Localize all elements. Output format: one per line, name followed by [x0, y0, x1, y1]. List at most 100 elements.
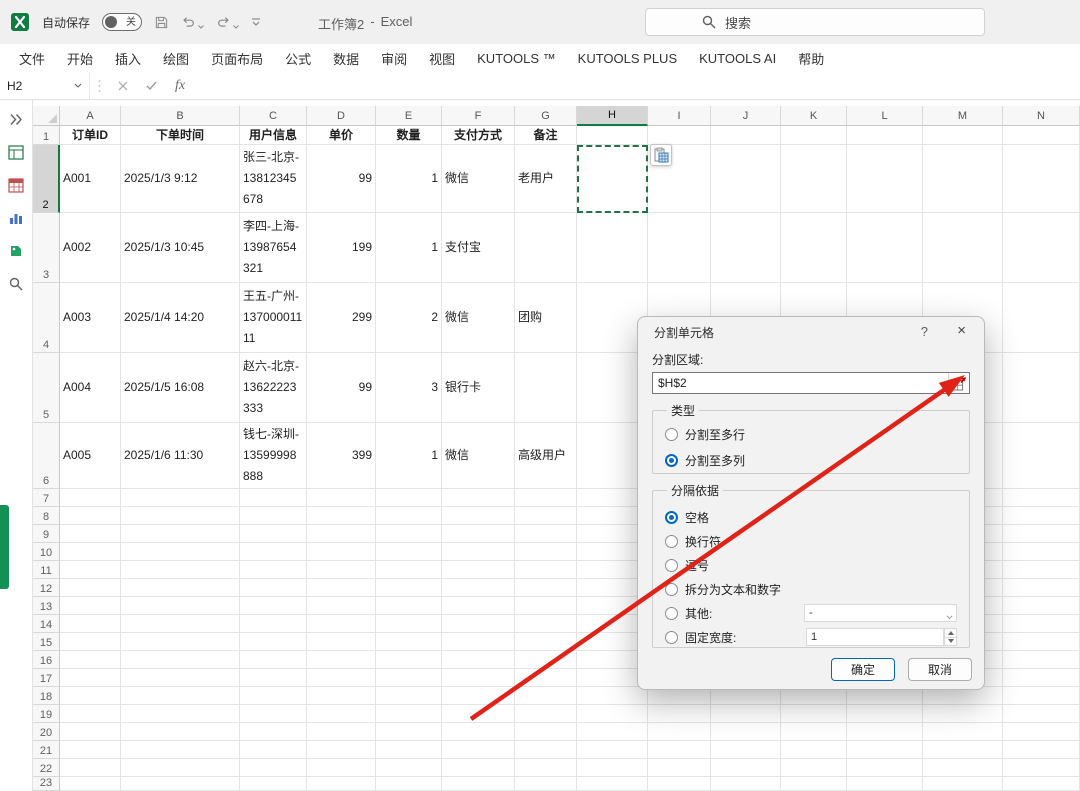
cell-D2[interactable]: 99 — [307, 145, 376, 213]
cell-A22[interactable] — [60, 759, 121, 777]
cell-N14[interactable] — [1003, 615, 1080, 633]
cell-A5[interactable]: A004 — [60, 353, 121, 423]
cell-F5[interactable]: 银行卡 — [442, 353, 515, 423]
cell-I22[interactable] — [648, 759, 711, 777]
column-header-L[interactable]: L — [847, 106, 923, 126]
cell-M1[interactable] — [923, 126, 1003, 145]
cell-C1[interactable]: 用户信息 — [240, 126, 307, 145]
cell-C3[interactable]: 李四-上海-13987654321 — [240, 213, 307, 283]
cell-C16[interactable] — [240, 651, 307, 669]
select-all-corner[interactable] — [33, 106, 60, 126]
column-header-J[interactable]: J — [711, 106, 781, 126]
spin-down-icon[interactable] — [944, 637, 957, 646]
cell-B22[interactable] — [121, 759, 240, 777]
chart-icon[interactable] — [7, 209, 25, 227]
cell-C11[interactable] — [240, 561, 307, 579]
cell-B20[interactable] — [121, 723, 240, 741]
cell-M2[interactable] — [923, 145, 1003, 213]
cell-C14[interactable] — [240, 615, 307, 633]
search-box[interactable]: 搜索 — [645, 8, 985, 36]
column-header-F[interactable]: F — [442, 106, 515, 126]
cell-E13[interactable] — [376, 597, 442, 615]
cell-G9[interactable] — [515, 525, 577, 543]
cell-F23[interactable] — [442, 777, 515, 791]
tab-insert[interactable]: 插入 — [104, 44, 152, 72]
cell-N18[interactable] — [1003, 687, 1080, 705]
search-icon[interactable] — [7, 275, 25, 293]
cell-N23[interactable] — [1003, 777, 1080, 791]
cell-A10[interactable] — [60, 543, 121, 561]
cell-B11[interactable] — [121, 561, 240, 579]
cell-A23[interactable] — [60, 777, 121, 791]
radio-split-to-rows[interactable] — [665, 427, 678, 441]
row-header-16[interactable]: 16 — [33, 651, 60, 669]
cell-E9[interactable] — [376, 525, 442, 543]
row-header-19[interactable]: 19 — [33, 705, 60, 723]
cell-B5[interactable]: 2025/1/5 16:08 — [121, 353, 240, 423]
cell-J2[interactable] — [711, 145, 781, 213]
cell-H23[interactable] — [577, 777, 648, 791]
cell-C19[interactable] — [240, 705, 307, 723]
radio-comma[interactable] — [665, 558, 678, 572]
cell-A18[interactable] — [60, 687, 121, 705]
cell-A6[interactable]: A005 — [60, 423, 121, 489]
cell-C10[interactable] — [240, 543, 307, 561]
row-header-6[interactable]: 6 — [33, 423, 60, 489]
cell-J23[interactable] — [711, 777, 781, 791]
cell-G10[interactable] — [515, 543, 577, 561]
option-fixed-width[interactable]: 固定宽度: 1 — [665, 625, 957, 649]
cell-C9[interactable] — [240, 525, 307, 543]
cell-N17[interactable] — [1003, 669, 1080, 687]
cell-G23[interactable] — [515, 777, 577, 791]
formula-input[interactable] — [194, 72, 1080, 99]
cell-E12[interactable] — [376, 579, 442, 597]
cell-A20[interactable] — [60, 723, 121, 741]
cell-J21[interactable] — [711, 741, 781, 759]
cell-H2[interactable] — [577, 145, 648, 213]
cell-A15[interactable] — [60, 633, 121, 651]
cell-G5[interactable] — [515, 353, 577, 423]
cell-F4[interactable]: 微信 — [442, 283, 515, 353]
save-button[interactable] — [154, 15, 169, 30]
cell-F2[interactable]: 微信 — [442, 145, 515, 213]
table-icon[interactable] — [7, 176, 25, 194]
cell-L19[interactable] — [847, 705, 923, 723]
cell-A21[interactable] — [60, 741, 121, 759]
row-header-14[interactable]: 14 — [33, 615, 60, 633]
cell-E15[interactable] — [376, 633, 442, 651]
cell-I20[interactable] — [648, 723, 711, 741]
cell-N12[interactable] — [1003, 579, 1080, 597]
cell-H3[interactable] — [577, 213, 648, 283]
cell-C5[interactable]: 赵六-北京-13622223333 — [240, 353, 307, 423]
cell-I1[interactable] — [648, 126, 711, 145]
cell-D19[interactable] — [307, 705, 376, 723]
tab-kutools-plus[interactable]: KUTOOLS PLUS — [567, 44, 688, 72]
cell-D21[interactable] — [307, 741, 376, 759]
cancel-entry-button[interactable] — [109, 72, 137, 99]
cell-B19[interactable] — [121, 705, 240, 723]
cell-D20[interactable] — [307, 723, 376, 741]
cell-H21[interactable] — [577, 741, 648, 759]
cell-F10[interactable] — [442, 543, 515, 561]
cell-G12[interactable] — [515, 579, 577, 597]
cell-C17[interactable] — [240, 669, 307, 687]
cell-G18[interactable] — [515, 687, 577, 705]
cell-D6[interactable]: 399 — [307, 423, 376, 489]
cell-N5[interactable] — [1003, 353, 1080, 423]
cell-C23[interactable] — [240, 777, 307, 791]
cell-N22[interactable] — [1003, 759, 1080, 777]
fixed-width-spinner[interactable] — [944, 628, 957, 646]
confirm-entry-button[interactable] — [137, 72, 166, 99]
cell-L1[interactable] — [847, 126, 923, 145]
cell-D14[interactable] — [307, 615, 376, 633]
cell-F8[interactable] — [442, 507, 515, 525]
option-split-to-columns[interactable]: 分割至多列 — [665, 447, 957, 473]
cell-E23[interactable] — [376, 777, 442, 791]
cell-D7[interactable] — [307, 489, 376, 507]
cell-M22[interactable] — [923, 759, 1003, 777]
double-chevron-icon[interactable] — [7, 110, 25, 128]
cell-M3[interactable] — [923, 213, 1003, 283]
cell-E21[interactable] — [376, 741, 442, 759]
tab-data[interactable]: 数据 — [322, 44, 370, 72]
cell-J19[interactable] — [711, 705, 781, 723]
